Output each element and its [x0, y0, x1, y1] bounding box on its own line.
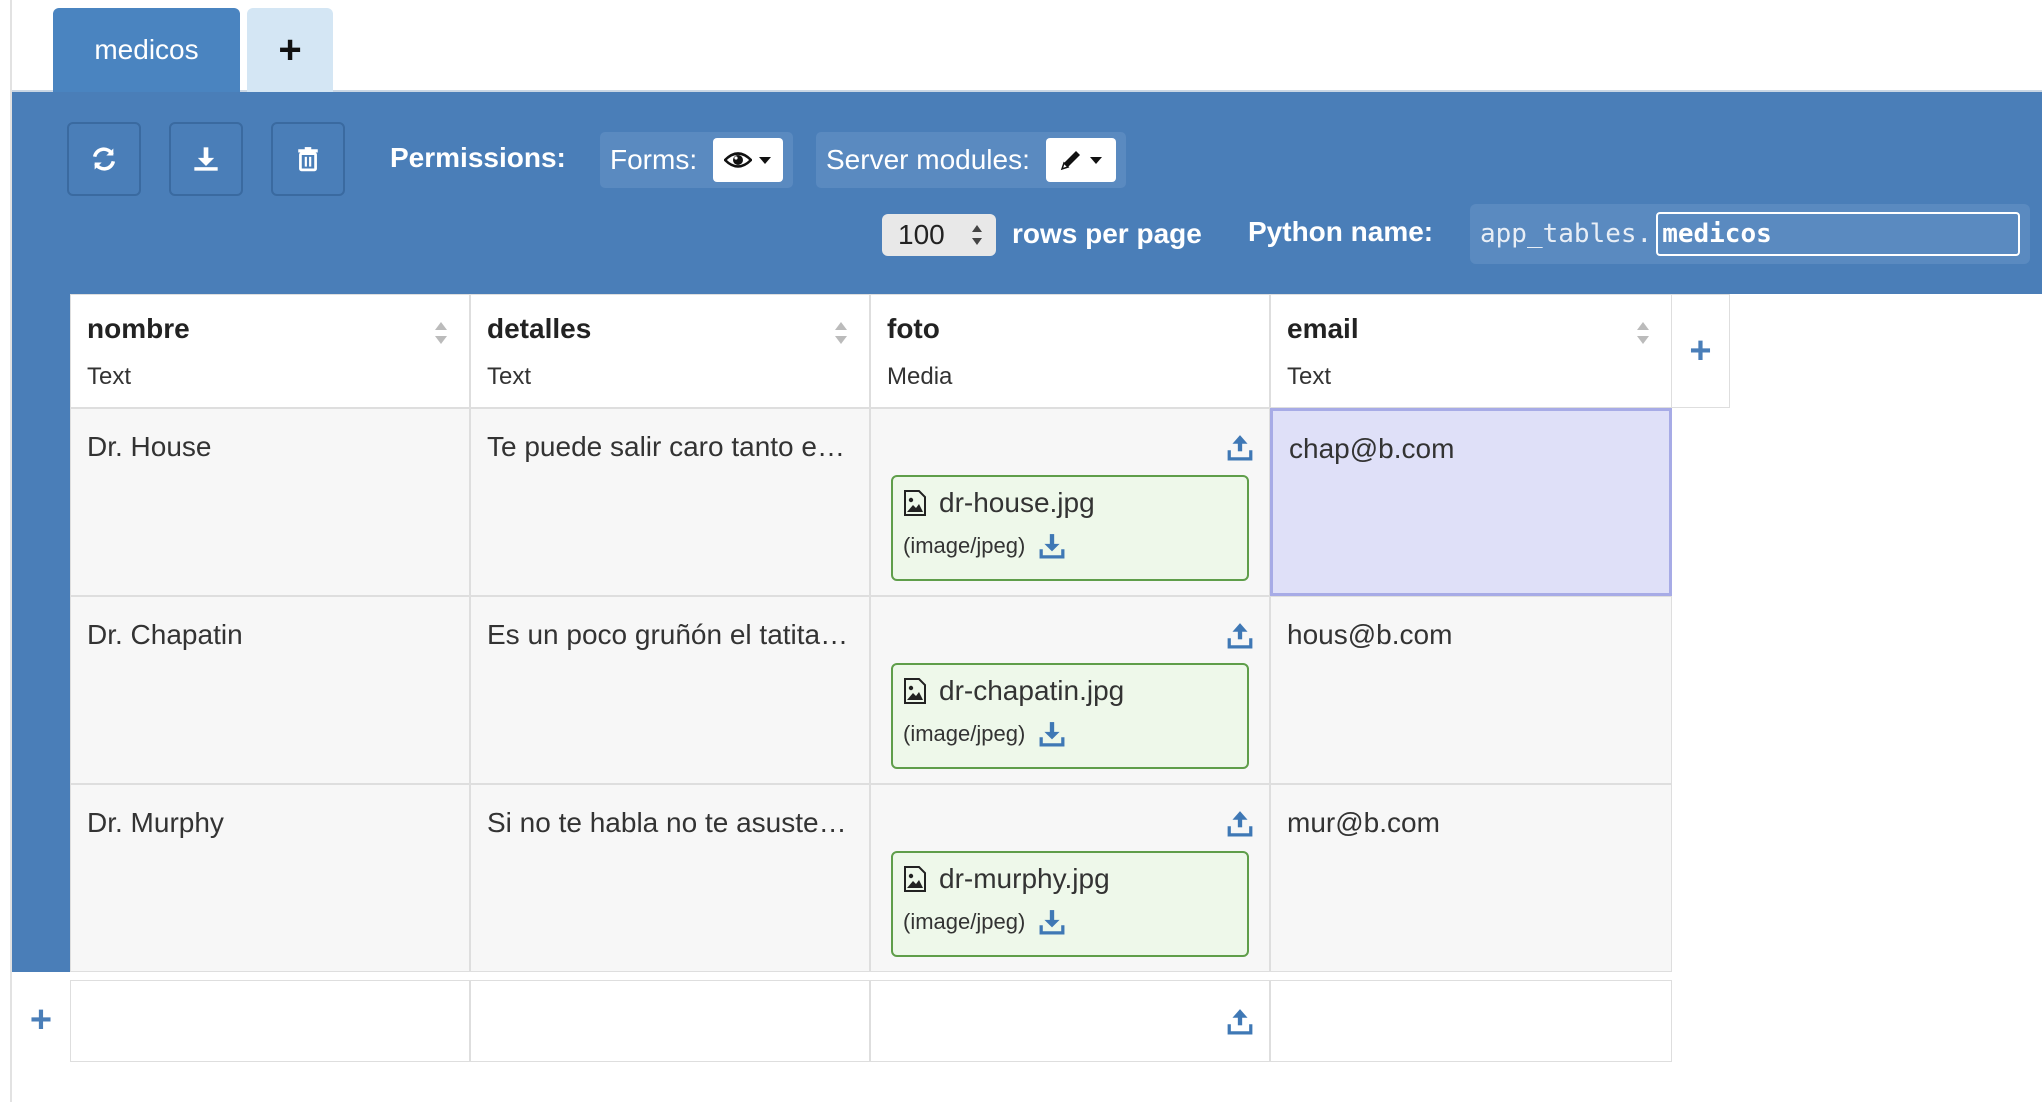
media-mimetype: (image/jpeg) [903, 909, 1026, 934]
media-cell[interactable]: dr-house.jpg (image/jpeg) [870, 408, 1270, 596]
new-row-cell[interactable] [1270, 980, 1672, 1062]
permissions-label: Permissions: [390, 142, 566, 173]
server-modules-permission: Server modules: [816, 132, 1126, 188]
rows-per-page-value: 100 [898, 219, 945, 250]
rows-per-page-label: rows per page [1012, 218, 1202, 249]
download-icon[interactable] [1039, 909, 1065, 935]
forms-label: Forms: [610, 144, 698, 175]
download-button[interactable] [169, 122, 243, 196]
stepper-icon [972, 225, 982, 245]
column-name: foto [887, 313, 940, 344]
download-icon[interactable] [1039, 533, 1065, 559]
upload-icon[interactable] [1227, 1007, 1253, 1035]
add-row-button[interactable]: + [12, 999, 70, 1041]
table-cell[interactable]: Dr. House [70, 408, 470, 596]
new-row-cell[interactable] [70, 980, 470, 1062]
table-cell[interactable]: Te puede salir caro tanto e… [470, 408, 870, 596]
table-toolbar: Permissions: Forms: Server modules: 100 [12, 92, 2042, 294]
tab-bar: medicos + [12, 0, 2042, 92]
caret-down-icon [1089, 157, 1102, 164]
column-name: email [1287, 313, 1359, 344]
image-file-icon [904, 866, 926, 892]
media-cell[interactable]: dr-chapatin.jpg (image/jpeg) [870, 596, 1270, 784]
sort-icon[interactable] [1635, 317, 1651, 349]
media-file[interactable]: dr-house.jpg (image/jpeg) [891, 475, 1249, 581]
table-cell[interactable]: Dr. Murphy [70, 784, 470, 972]
download-icon[interactable] [1039, 721, 1065, 747]
column-header-foto[interactable]: foto Media [870, 294, 1270, 408]
refresh-icon [92, 147, 116, 171]
header-row-bar [12, 294, 70, 408]
table-cell[interactable]: Si no te habla no te asuste… [470, 784, 870, 972]
upload-icon[interactable] [1227, 809, 1253, 837]
media-file[interactable]: dr-murphy.jpg (image/jpeg) [891, 851, 1249, 957]
media-filename: dr-chapatin.jpg [939, 675, 1125, 706]
media-filename: dr-murphy.jpg [939, 863, 1110, 894]
upload-icon[interactable] [1227, 621, 1253, 649]
table-cell[interactable]: Es un poco gruñón el tatita… [470, 596, 870, 784]
trash-icon [298, 147, 318, 172]
delete-table-button[interactable] [271, 122, 345, 196]
column-type: Text [487, 363, 532, 390]
media-cell[interactable]: dr-murphy.jpg (image/jpeg) [870, 784, 1270, 972]
column-header-email[interactable]: email Text [1270, 294, 1672, 408]
python-name-prefix: app_tables. [1480, 219, 1653, 249]
refresh-button[interactable] [67, 122, 141, 196]
server-modules-permission-select[interactable] [1045, 138, 1116, 182]
python-name-input[interactable] [1656, 212, 2021, 256]
table-cell[interactable]: mur@b.com [1270, 784, 1672, 972]
column-header-detalles[interactable]: detalles Text [470, 294, 870, 408]
media-filename: dr-house.jpg [939, 487, 1095, 518]
python-name-label: Python name: [1248, 216, 1434, 247]
download-icon [194, 147, 218, 171]
column-name: nombre [87, 313, 190, 344]
image-file-icon [904, 490, 926, 516]
add-table-tab[interactable]: + [247, 8, 333, 92]
media-file[interactable]: dr-chapatin.jpg (image/jpeg) [891, 663, 1249, 769]
table-cell-selected[interactable]: chap@b.com [1270, 408, 1672, 596]
image-file-icon [904, 678, 926, 704]
sort-icon[interactable] [433, 317, 449, 349]
new-row-media-cell[interactable] [870, 980, 1270, 1062]
column-type: Text [1287, 363, 1332, 390]
python-name-group: app_tables. [1470, 204, 2030, 264]
media-mimetype: (image/jpeg) [903, 721, 1026, 746]
tab-medicos[interactable]: medicos [53, 8, 240, 92]
add-column-button[interactable]: + [1672, 294, 1730, 408]
server-modules-label: Server modules: [826, 144, 1030, 175]
row-selector-bar[interactable] [12, 408, 70, 972]
table-cell[interactable]: hous@b.com [1270, 596, 1672, 784]
column-header-nombre[interactable]: nombre Text [70, 294, 470, 408]
column-type: Text [87, 363, 132, 390]
caret-down-icon [759, 157, 772, 164]
sort-icon[interactable] [833, 317, 849, 349]
pencil-icon [1060, 151, 1080, 171]
eye-icon [724, 152, 753, 168]
left-border [0, 0, 12, 1102]
upload-icon[interactable] [1227, 433, 1253, 461]
table-cell[interactable]: Dr. Chapatin [70, 596, 470, 784]
column-name: detalles [487, 313, 592, 344]
forms-permission-select[interactable] [713, 138, 784, 182]
new-row-cell[interactable] [470, 980, 870, 1062]
rows-per-page-select[interactable]: 100 [882, 214, 996, 256]
column-type: Media [887, 363, 953, 390]
media-mimetype: (image/jpeg) [903, 533, 1026, 558]
forms-permission: Forms: [600, 132, 794, 188]
